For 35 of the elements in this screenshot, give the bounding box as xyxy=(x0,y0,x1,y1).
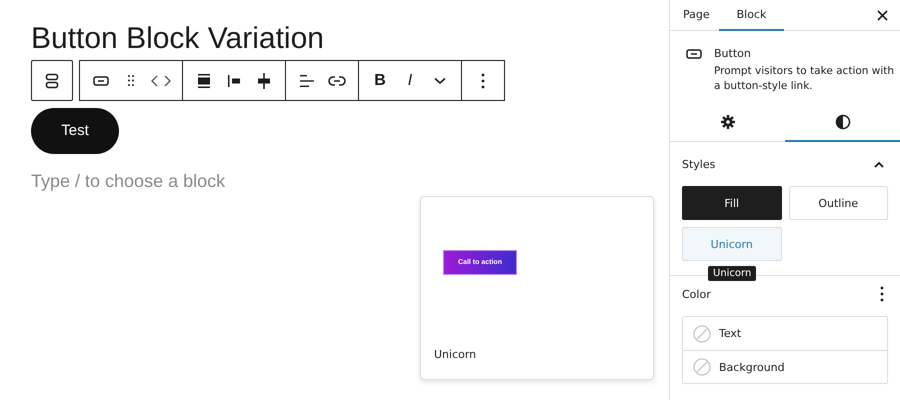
chevron-down-icon xyxy=(434,76,446,84)
contrast-icon xyxy=(834,114,850,130)
settings-icon xyxy=(720,115,734,130)
center-icon xyxy=(257,72,271,88)
drag-icon xyxy=(127,74,135,87)
justify-left-icon xyxy=(227,74,241,88)
italic-button[interactable]: I xyxy=(395,61,425,100)
color-heading: Color xyxy=(682,288,711,301)
block-title: Button xyxy=(714,47,752,60)
chevron-up-icon xyxy=(874,160,884,168)
style-option[interactable]: Fill xyxy=(682,186,782,220)
sidebar-tab[interactable]: Page xyxy=(674,0,719,31)
block-description: Prompt visitors to take action with a button-style link. xyxy=(714,64,896,94)
button-icon xyxy=(93,76,109,86)
page-heading: Button Block Variation xyxy=(30,21,325,56)
chevrons-icon xyxy=(151,74,171,86)
color-item[interactable]: Background xyxy=(683,350,887,384)
bold-button[interactable]: B xyxy=(365,61,395,100)
style-option[interactable]: Outline xyxy=(788,186,888,220)
no-color-icon xyxy=(693,324,711,343)
align-left-icon xyxy=(299,74,315,88)
tooltip: Unicorn xyxy=(708,266,756,282)
more-icon xyxy=(880,286,884,302)
more-icon xyxy=(481,72,485,88)
test-button[interactable]: Test xyxy=(31,108,119,154)
preview-label: Unicorn xyxy=(434,348,476,361)
buttons-icon xyxy=(45,72,59,88)
align-wide-icon xyxy=(197,74,211,88)
no-color-icon xyxy=(693,358,711,376)
button-icon xyxy=(686,49,702,59)
sidebar-tab[interactable]: Block xyxy=(718,0,784,31)
close-icon xyxy=(877,10,888,20)
style-option[interactable]: Unicorn xyxy=(682,227,782,262)
link-icon xyxy=(328,74,346,86)
styles-heading: Styles xyxy=(682,158,716,171)
